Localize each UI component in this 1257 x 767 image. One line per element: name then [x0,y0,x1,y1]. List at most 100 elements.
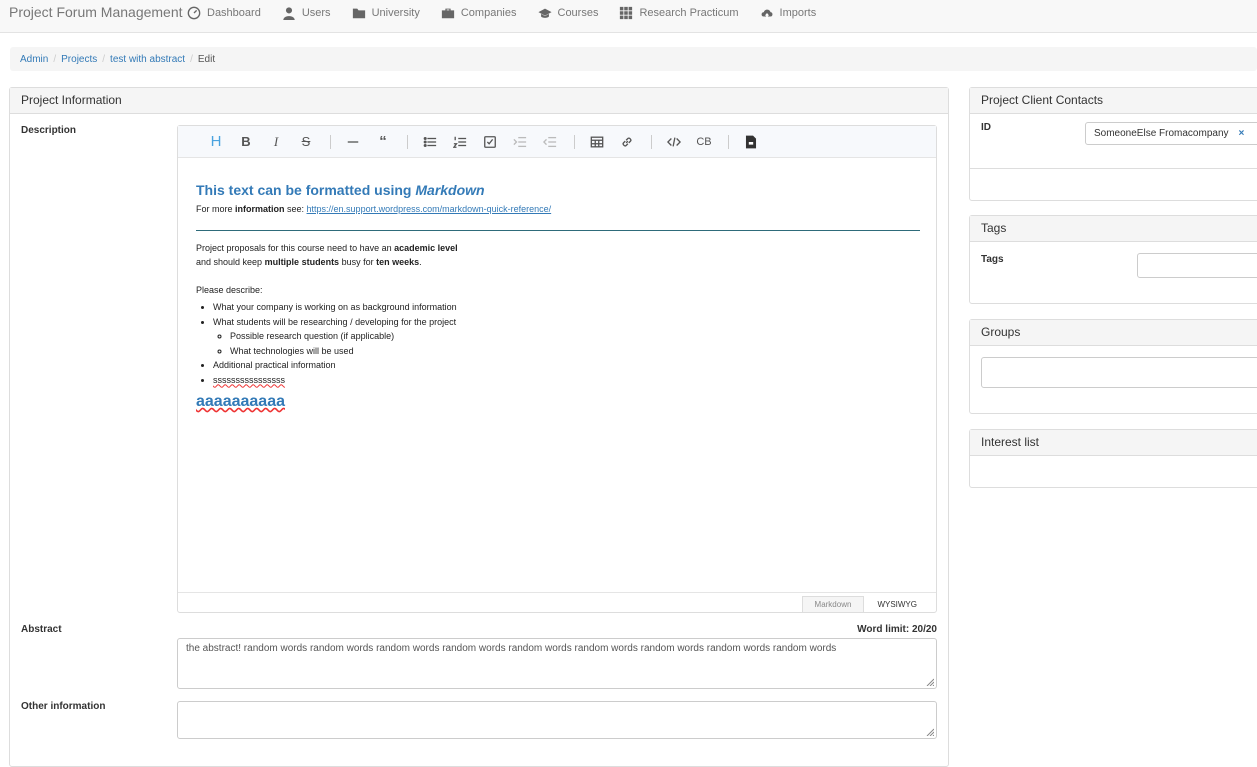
nav-university-label: University [371,7,420,19]
groups-title: Groups [970,320,1257,346]
more-info-line: For more information see: https://en.sup… [196,204,552,214]
nav-menu: Dashboard Users University Companies Cou… [186,0,836,26]
nav-courses[interactable]: Courses [537,5,599,21]
file-icon [745,135,757,148]
panel-title: Project Information [10,88,948,114]
breadcrumb-separator: / [190,53,193,65]
editor-content[interactable]: This text can be formatted using Markdow… [196,182,920,411]
wysiwyg-mode-tab[interactable]: WYSIWYG [864,596,930,612]
checkbox-icon [484,135,496,148]
editor-mode-bar: Markdown WYSIWYG [178,592,936,612]
list-item: What students will be researching / deve… [213,315,920,359]
list-item: Possible research question (if applicabl… [230,329,920,344]
quote-button[interactable]: “ [369,130,397,154]
user-icon [281,5,297,21]
strike-button[interactable]: S [292,130,320,154]
link-button[interactable] [613,130,641,154]
nav-companies-label: Companies [460,7,517,19]
remove-contact-icon[interactable]: × [1239,128,1245,139]
markdown-editor: H B I S “ CB This text can be formatted … [177,125,937,613]
graduation-cap-icon [537,5,553,21]
groups-input[interactable] [981,357,1257,388]
abstract-textarea[interactable]: the abstract! random words random words … [177,638,937,689]
app-brand[interactable]: Project Forum Management [9,4,183,20]
task-list-button[interactable] [476,130,504,154]
toolbar-divider [574,134,575,149]
panel-divider [970,168,1257,169]
content-heading-2: aaaaaaaaaa [196,393,285,410]
heading-button[interactable]: H [202,130,230,154]
resize-handle-icon[interactable] [926,678,934,686]
briefcase-icon [440,5,456,21]
nav-dashboard[interactable]: Dashboard [186,5,261,21]
bullet-list-icon [423,136,437,147]
tags-label: Tags [981,254,1004,265]
nav-university[interactable]: University [351,5,420,21]
ordered-list-icon [453,136,467,148]
toolbar-divider [651,134,652,149]
para-line-1: Project proposals for this course need t… [196,243,458,253]
resize-handle-icon[interactable] [926,728,934,736]
ordered-list-button[interactable] [446,130,474,154]
code-button[interactable] [660,130,688,154]
horizontal-rule-icon [347,140,359,143]
interest-list-title: Interest list [970,430,1257,456]
grid-icon [618,5,634,21]
nav-research-practicum[interactable]: Research Practicum [618,5,739,21]
interest-list-panel: Interest list [969,429,1257,488]
nav-users[interactable]: Users [281,5,331,21]
indent-button[interactable] [506,130,534,154]
breadcrumb-projects[interactable]: Projects [61,54,97,65]
description-bullets: What your company is working on as backg… [196,300,920,387]
breadcrumb-admin[interactable]: Admin [20,54,48,65]
toolbar-divider [330,134,331,149]
table-button[interactable] [583,130,611,154]
abstract-label: Abstract [21,624,62,635]
toolbar-divider [407,134,408,149]
outdent-button[interactable] [536,130,564,154]
contact-chip[interactable]: SomeoneElse Fromacompany × [1085,122,1257,145]
other-info-textarea[interactable] [177,701,937,739]
top-navbar: Project Forum Management Dashboard Users… [0,0,1257,33]
breadcrumb-separator: / [102,53,106,65]
code-icon [667,136,681,147]
nav-companies[interactable]: Companies [440,5,517,21]
contact-chip-label: SomeoneElse Fromacompany [1094,128,1229,139]
description-label: Description [21,125,77,136]
markdown-mode-tab[interactable]: Markdown [801,596,865,612]
nav-imports[interactable]: Imports [759,5,817,21]
nav-courses-label: Courses [557,7,599,19]
content-title: This text can be formatted using Markdow… [196,182,485,198]
other-info-label: Other information [21,701,106,712]
list-item: What your company is working on as backg… [213,300,920,315]
breadcrumb: Admin / Projects / test with abstract / … [10,47,1257,71]
indent-icon [513,136,527,147]
nav-imports-label: Imports [779,7,817,19]
editor-toolbar: H B I S “ CB [178,126,936,158]
cloud-upload-icon [759,5,775,21]
bullet-list-button[interactable] [416,130,444,154]
italic-button[interactable]: I [262,130,290,154]
toolbar-divider [728,134,729,149]
table-icon [590,136,604,147]
nav-users-label: Users [301,7,331,19]
link-icon [622,137,632,146]
word-limit: Word limit: 20/20 [857,624,937,635]
breadcrumb-separator: / [53,53,57,65]
contact-id-label: ID [981,122,991,133]
bold-button[interactable]: B [232,130,260,154]
hr-button[interactable] [339,130,367,154]
describe-line: Please describe: [196,285,263,295]
client-contacts-title: Project Client Contacts [970,88,1257,114]
markdown-reference-link[interactable]: https://en.support.wordpress.com/markdow… [307,204,552,214]
folder-icon [351,5,367,21]
dashboard-icon [186,5,202,21]
code-block-button[interactable]: CB [690,130,718,154]
tags-input[interactable] [1137,253,1257,278]
breadcrumb-project[interactable]: test with abstract [110,54,185,65]
list-item: ssssssssssssssss [213,373,920,388]
list-item: Additional practical information [213,358,920,373]
file-button[interactable] [737,130,765,154]
abstract-text: the abstract! random words random words … [186,643,837,654]
tags-title: Tags [970,216,1257,242]
